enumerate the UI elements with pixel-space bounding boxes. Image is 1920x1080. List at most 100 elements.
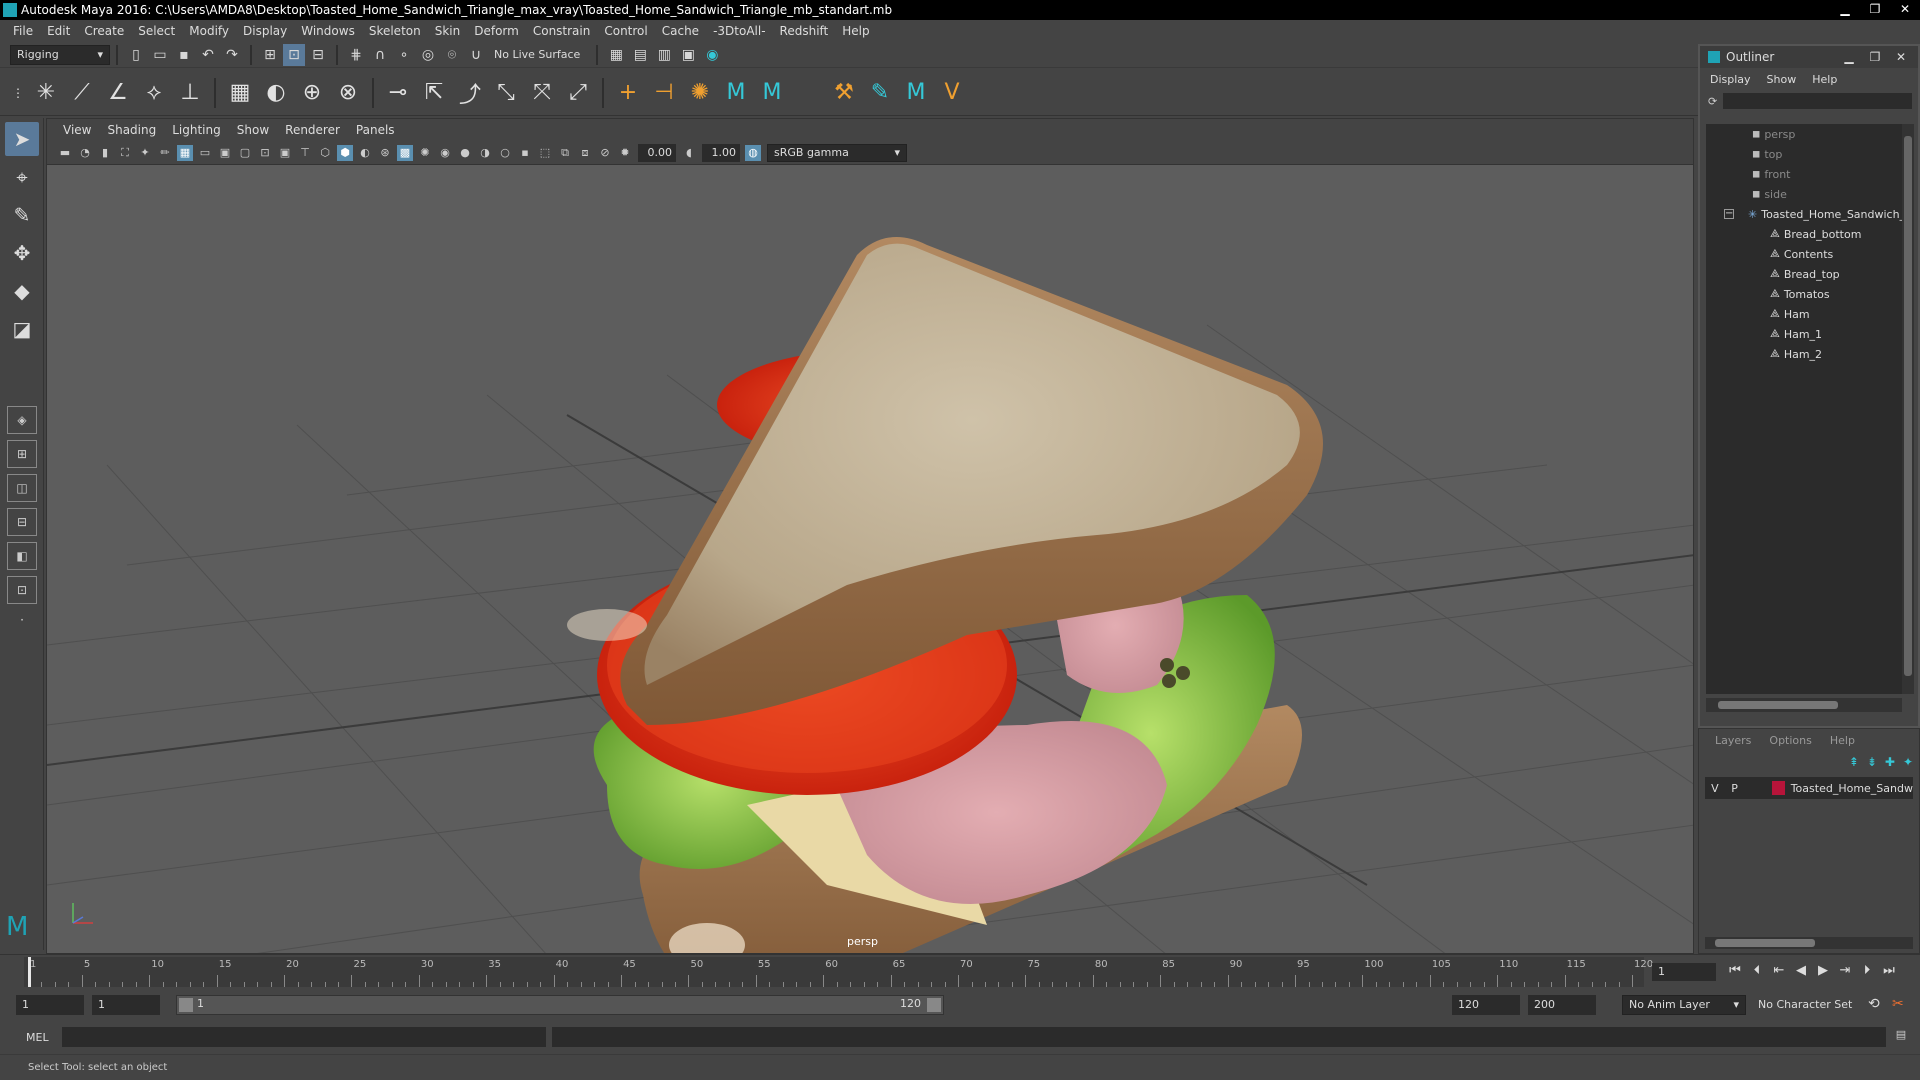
select-component-icon[interactable]: ⊟ bbox=[307, 44, 329, 66]
auto-key-icon[interactable]: ⟲ bbox=[1868, 996, 1880, 1012]
layer-menu-options[interactable]: Options bbox=[1769, 734, 1811, 747]
field-chart-icon[interactable]: ⊡ bbox=[257, 145, 273, 161]
close-button[interactable]: ✕ bbox=[1890, 0, 1920, 18]
isolate-select-icon[interactable]: ⬚ bbox=[537, 145, 553, 161]
grease-pencil-icon[interactable]: ✏ bbox=[157, 145, 173, 161]
open-scene-icon[interactable]: ▭ bbox=[149, 44, 171, 66]
camera-attributes-icon[interactable]: ◔ bbox=[77, 145, 93, 161]
color-management-icon[interactable]: ◍ bbox=[745, 144, 761, 161]
view-transform-dropdown[interactable]: sRGB gamma ▾ bbox=[767, 143, 907, 162]
scrollbar-thumb[interactable] bbox=[1718, 701, 1838, 709]
four-pane-layout-icon[interactable]: ⊞ bbox=[7, 440, 37, 468]
xray-icon[interactable]: ⧉ bbox=[557, 145, 573, 161]
film-gate-icon[interactable]: ▭ bbox=[197, 145, 213, 161]
lasso-tool-icon[interactable]: ⌖ bbox=[5, 160, 39, 194]
outliner-item-ham[interactable]: ⟁ Ham bbox=[1706, 304, 1902, 324]
new-layer-selected-icon[interactable]: ✦ bbox=[1903, 755, 1913, 769]
outliner-search-input[interactable] bbox=[1723, 93, 1912, 109]
joint-tool-icon[interactable]: ✳ bbox=[30, 77, 62, 109]
render-current-icon[interactable]: ▥ bbox=[653, 44, 675, 66]
move-tool-icon[interactable]: ✥ bbox=[5, 236, 39, 270]
resolution-gate-icon[interactable]: ▣ bbox=[217, 145, 233, 161]
anim-prefs-icon[interactable]: ✂ bbox=[1892, 996, 1904, 1012]
paint-select-icon[interactable]: ✎ bbox=[5, 198, 39, 232]
snap-curve-icon[interactable]: ∩ bbox=[369, 44, 391, 66]
outliner-item-contents[interactable]: ⟁ Contents bbox=[1706, 244, 1902, 264]
xray-active-icon[interactable]: ⊘ bbox=[597, 145, 613, 161]
outliner-menu-show[interactable]: Show bbox=[1767, 73, 1797, 86]
default-material-icon[interactable]: ◐ bbox=[357, 145, 373, 161]
step-forward-frame-icon[interactable]: ⏵ bbox=[1856, 963, 1878, 978]
cluster-icon[interactable]: ⊗ bbox=[332, 77, 364, 109]
outliner-item-bread-top[interactable]: ⟁ Bread_top bbox=[1706, 264, 1902, 284]
outliner-item-bread-bottom[interactable]: ⟁ Bread_bottom bbox=[1706, 224, 1902, 244]
wireframe-icon[interactable]: ⬡ bbox=[317, 145, 333, 161]
redshift-shelf-icon[interactable]: M bbox=[720, 77, 752, 109]
insert-joint-icon[interactable]: ⟡ bbox=[138, 77, 170, 109]
ipr-render-icon[interactable]: ▣ bbox=[677, 44, 699, 66]
menu-deform[interactable]: Deform bbox=[474, 24, 519, 38]
scrollbar-thumb[interactable] bbox=[1904, 136, 1912, 676]
aim-constraint-icon[interactable]: ⇱ bbox=[418, 77, 450, 109]
snap-surface-icon[interactable]: ⌾ bbox=[441, 44, 463, 66]
play-backward-icon[interactable]: ◀ bbox=[1790, 963, 1812, 978]
range-slider[interactable]: 1 120 bbox=[176, 995, 944, 1015]
menu-constrain[interactable]: Constrain bbox=[533, 24, 591, 38]
menu-select[interactable]: Select bbox=[138, 24, 175, 38]
grid-icon[interactable]: ▦ bbox=[177, 144, 193, 161]
menu-help[interactable]: Help bbox=[842, 24, 869, 38]
menu-skin[interactable]: Skin bbox=[435, 24, 461, 38]
render-settings-icon[interactable]: ▦ bbox=[605, 44, 627, 66]
outliner-item-tomatos[interactable]: ⟁ Tomatos bbox=[1706, 284, 1902, 304]
rotate-tool-icon[interactable]: ◆ bbox=[5, 274, 39, 308]
script-editor-icon[interactable]: ▤ bbox=[1892, 1028, 1910, 1046]
scale-tool-icon[interactable]: ◪ bbox=[5, 312, 39, 346]
point-constraint-icon[interactable]: ⊸ bbox=[382, 77, 414, 109]
exposure-icon[interactable]: ✹ bbox=[617, 145, 633, 161]
select-tool-icon[interactable]: ➤ bbox=[5, 122, 39, 156]
command-language-label[interactable]: MEL bbox=[0, 1031, 60, 1044]
character-set-dropdown[interactable]: No Character Set bbox=[1752, 995, 1864, 1015]
panel-menu-show[interactable]: Show bbox=[237, 123, 269, 137]
snap-magnet-icon[interactable]: ∪ bbox=[465, 44, 487, 66]
snap-point-icon[interactable]: ∘ bbox=[393, 44, 415, 66]
smooth-shade-icon[interactable]: ⬢ bbox=[337, 144, 353, 161]
outliner-vertical-scrollbar[interactable] bbox=[1902, 124, 1914, 694]
play-forward-icon[interactable]: ▶ bbox=[1812, 963, 1834, 978]
scale-constraint-icon[interactable]: ⤡ bbox=[490, 77, 522, 109]
outliner-item-persp[interactable]: ◼ persp bbox=[1706, 124, 1902, 144]
command-input[interactable] bbox=[62, 1027, 546, 1047]
snap-view-icon[interactable]: ◎ bbox=[417, 44, 439, 66]
menu-skeleton[interactable]: Skeleton bbox=[369, 24, 421, 38]
menu-windows[interactable]: Windows bbox=[301, 24, 355, 38]
layer-playback-toggle[interactable]: P bbox=[1725, 782, 1745, 795]
motion-blur-icon[interactable]: ◑ bbox=[477, 145, 493, 161]
locator-icon[interactable]: + bbox=[612, 77, 644, 109]
image-plane-icon[interactable]: ⛶ bbox=[117, 145, 133, 161]
scrollbar-thumb[interactable] bbox=[1715, 939, 1815, 947]
outliner-item-top[interactable]: ◼ top bbox=[1706, 144, 1902, 164]
snap-grid-icon[interactable]: ⋕ bbox=[345, 44, 367, 66]
select-object-icon[interactable]: ⊡ bbox=[283, 43, 305, 66]
wireframe-on-shaded-icon[interactable]: ⊛ bbox=[377, 145, 393, 161]
screen-space-ao-icon[interactable]: ● bbox=[457, 145, 473, 161]
gamma-field[interactable]: 1.00 bbox=[702, 143, 740, 162]
menu-control[interactable]: Control bbox=[604, 24, 647, 38]
orient-constraint-icon[interactable]: ⤴ bbox=[454, 77, 486, 109]
layer-color-swatch[interactable] bbox=[1772, 781, 1785, 795]
anim-layer-dropdown[interactable]: No Anim Layer ▾ bbox=[1622, 995, 1746, 1015]
layer-menu-layers[interactable]: Layers bbox=[1715, 734, 1751, 747]
menu-3dtoall[interactable]: -3DtoAll- bbox=[713, 24, 765, 38]
mirror-joint-icon[interactable]: ⊥ bbox=[174, 77, 206, 109]
sculpt-icon[interactable]: ⚒ bbox=[828, 77, 860, 109]
multisample-aa-icon[interactable]: ○ bbox=[497, 145, 513, 161]
render-view-icon[interactable]: ▤ bbox=[629, 44, 651, 66]
redshift-shelf-2-icon[interactable]: M bbox=[756, 77, 788, 109]
depth-of-field-icon[interactable]: ▪ bbox=[517, 145, 533, 161]
live-surface-label[interactable]: No Live Surface bbox=[494, 48, 580, 61]
outliner-persp-layout-icon[interactable]: ◧ bbox=[7, 542, 37, 570]
outliner-item-root[interactable]: − ✳ Toasted_Home_Sandwich_ bbox=[1706, 204, 1905, 224]
menuset-dropdown[interactable]: Rigging ▾ bbox=[10, 44, 110, 65]
undo-icon[interactable]: ↶ bbox=[197, 44, 219, 66]
vertex-icon[interactable]: V bbox=[936, 77, 968, 109]
